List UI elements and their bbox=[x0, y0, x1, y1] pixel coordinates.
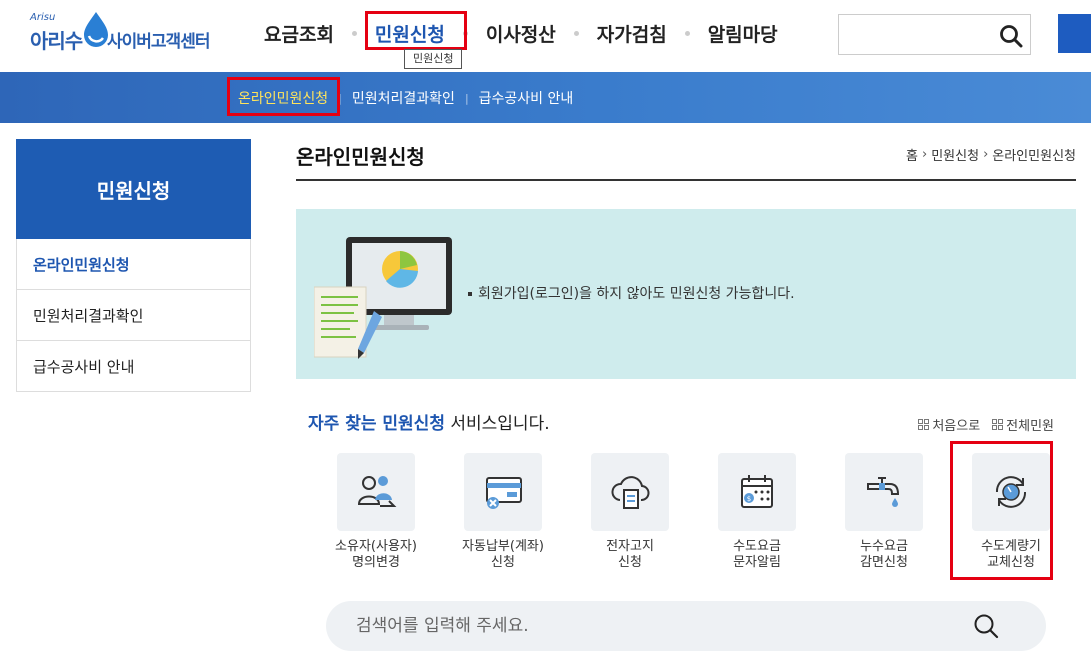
service-label-line2: 감면신청 bbox=[860, 555, 908, 570]
service-label-line1: 수도계량기 bbox=[981, 539, 1041, 554]
grid-icon bbox=[992, 419, 1004, 430]
subnav-item-construction-fee[interactable]: 급수공사비 안내 bbox=[479, 88, 574, 108]
meter-replace-icon bbox=[995, 476, 1027, 508]
services-heading-rest: 서비스입니다. bbox=[444, 414, 550, 434]
header-search-input[interactable] bbox=[847, 23, 987, 47]
chevron-right-icon: › bbox=[983, 147, 989, 162]
subnav-item-online-request[interactable]: 온라인민원신청 bbox=[238, 88, 328, 108]
site-logo[interactable]: Arisu 아리수 사이버고객센터 bbox=[14, 8, 214, 53]
logo-small-text: Arisu bbox=[30, 12, 56, 23]
gnb-item-notice[interactable]: 알림마당 bbox=[694, 20, 792, 47]
logo-title-text: 사이버고객센터 bbox=[107, 32, 210, 52]
service-label-line1: 수도요금 bbox=[733, 539, 781, 554]
service-leak-reduction[interactable]: 누수요금 감면신청 bbox=[834, 453, 934, 571]
header: Arisu 아리수 사이버고객센터 요금조회 민원신청 이사정산 자가검침 알림… bbox=[0, 0, 1091, 72]
bullet-icon bbox=[468, 292, 472, 296]
service-icon-box bbox=[464, 453, 542, 531]
sidebar-item-online-request[interactable]: 온라인민원신청 bbox=[16, 239, 251, 290]
gnb-item-move-settlement[interactable]: 이사정산 bbox=[472, 20, 570, 47]
service-label-line2: 교체신청 bbox=[987, 555, 1035, 570]
gnb-separator bbox=[684, 30, 690, 36]
notice-text: 회원가입(로그인)을 하지 않아도 민원신청 가능합니다. bbox=[468, 283, 795, 303]
services-links: 처음으로 전체민원 bbox=[906, 415, 1054, 434]
service-label-line2: 명의변경 bbox=[352, 555, 400, 570]
service-icon-box: $ bbox=[718, 453, 796, 531]
gnb-separator bbox=[462, 30, 468, 36]
sidebar: 민원신청 온라인민원신청 민원처리결과확인 급수공사비 안내 bbox=[16, 139, 251, 392]
header-search bbox=[838, 14, 1031, 55]
service-sms-alert[interactable]: $ 수도요금 문자알림 bbox=[707, 453, 807, 571]
service-label-line1: 누수요금 bbox=[860, 539, 908, 554]
gnb-item-fee-inquiry[interactable]: 요금조회 bbox=[250, 20, 348, 47]
gnb-item-self-reading[interactable]: 자가검침 bbox=[583, 20, 681, 47]
subnav-separator: | bbox=[338, 91, 342, 105]
owner-change-icon bbox=[357, 476, 397, 507]
all-civil-label: 전체민원 bbox=[1006, 419, 1054, 434]
go-first-link[interactable]: 처음으로 bbox=[918, 415, 980, 434]
subnav-item-result-check[interactable]: 민원처리결과확인 bbox=[352, 88, 455, 108]
service-auto-payment[interactable]: 자동납부(계좌) 신청 bbox=[453, 453, 553, 571]
service-icon-box bbox=[591, 453, 669, 531]
service-icon-box bbox=[972, 453, 1050, 531]
sidebar-title: 민원신청 bbox=[16, 139, 251, 239]
gnb-separator bbox=[351, 30, 357, 36]
service-label-line2: 문자알림 bbox=[733, 555, 781, 570]
service-search-input[interactable] bbox=[356, 613, 916, 639]
service-meter-replace[interactable]: 수도계량기 교체신청 bbox=[961, 453, 1061, 571]
service-owner-change[interactable]: 소유자(사용자) 명의변경 bbox=[326, 453, 426, 571]
all-civil-link[interactable]: 전체민원 bbox=[992, 415, 1054, 434]
sub-nav: 온라인민원신청 | 민원처리결과확인 | 급수공사비 안내 bbox=[0, 72, 1091, 123]
service-icon-box bbox=[337, 453, 415, 531]
auto-payment-icon bbox=[486, 477, 522, 509]
breadcrumb: 홈 › 민원신청 › 온라인민원신청 bbox=[906, 145, 1076, 164]
page-title: 온라인민원신청 bbox=[296, 145, 425, 169]
leak-reduction-icon bbox=[867, 477, 900, 507]
breadcrumb-current: 온라인민원신청 bbox=[992, 149, 1076, 164]
search-icon[interactable] bbox=[998, 23, 1024, 49]
breadcrumb-civil-request[interactable]: 민원신청 bbox=[931, 145, 979, 164]
service-label-line1: 자동납부(계좌) bbox=[462, 539, 544, 554]
logo-arisu-text: 아리수 bbox=[30, 29, 83, 53]
notice-message: 회원가입(로그인)을 하지 않아도 민원신청 가능합니다. bbox=[478, 286, 795, 302]
service-search bbox=[326, 601, 1046, 651]
service-label-line2: 신청 bbox=[618, 555, 642, 570]
grid-icon bbox=[918, 419, 930, 430]
page: Arisu 아리수 사이버고객센터 요금조회 민원신청 이사정산 자가검침 알림… bbox=[0, 0, 1091, 656]
sidebar-item-result-check[interactable]: 민원처리결과확인 bbox=[16, 290, 251, 341]
service-label-line1: 전자고지 bbox=[606, 539, 654, 554]
service-label-line1: 소유자(사용자) bbox=[335, 539, 417, 554]
breadcrumb-home[interactable]: 홈 bbox=[906, 145, 918, 164]
services-row: 소유자(사용자) 명의변경 자동납부(계좌) 신청 전자고지 신청 $ 수도요금… bbox=[326, 453, 1050, 583]
services-heading: 자주 찾는 민원신청 서비스입니다. bbox=[308, 409, 550, 434]
e-bill-icon bbox=[611, 476, 650, 509]
notice-banner: 회원가입(로그인)을 하지 않아도 민원신청 가능합니다. bbox=[296, 209, 1076, 379]
service-icon-box bbox=[845, 453, 923, 531]
svg-text:$: $ bbox=[747, 495, 751, 503]
gnb-tooltip: 민원신청 bbox=[404, 49, 463, 69]
service-e-bill[interactable]: 전자고지 신청 bbox=[580, 453, 680, 571]
global-nav: 요금조회 민원신청 이사정산 자가검침 알림마당 bbox=[250, 18, 792, 48]
chevron-right-icon: › bbox=[922, 147, 928, 162]
subnav-separator: | bbox=[464, 91, 469, 105]
sms-alert-icon: $ bbox=[741, 475, 773, 508]
go-first-label: 처음으로 bbox=[932, 419, 981, 434]
services-heading-strong: 자주 찾는 민원신청 bbox=[308, 414, 445, 434]
all-menu-button[interactable] bbox=[1058, 14, 1091, 53]
search-icon[interactable] bbox=[972, 612, 1000, 640]
sidebar-item-construction-fee[interactable]: 급수공사비 안내 bbox=[16, 341, 251, 392]
gnb-item-civil-request[interactable]: 민원신청 bbox=[361, 20, 459, 47]
gnb-separator bbox=[573, 30, 579, 36]
computer-document-illustration bbox=[314, 237, 452, 359]
title-divider bbox=[296, 179, 1076, 181]
service-label-line2: 신청 bbox=[491, 555, 515, 570]
